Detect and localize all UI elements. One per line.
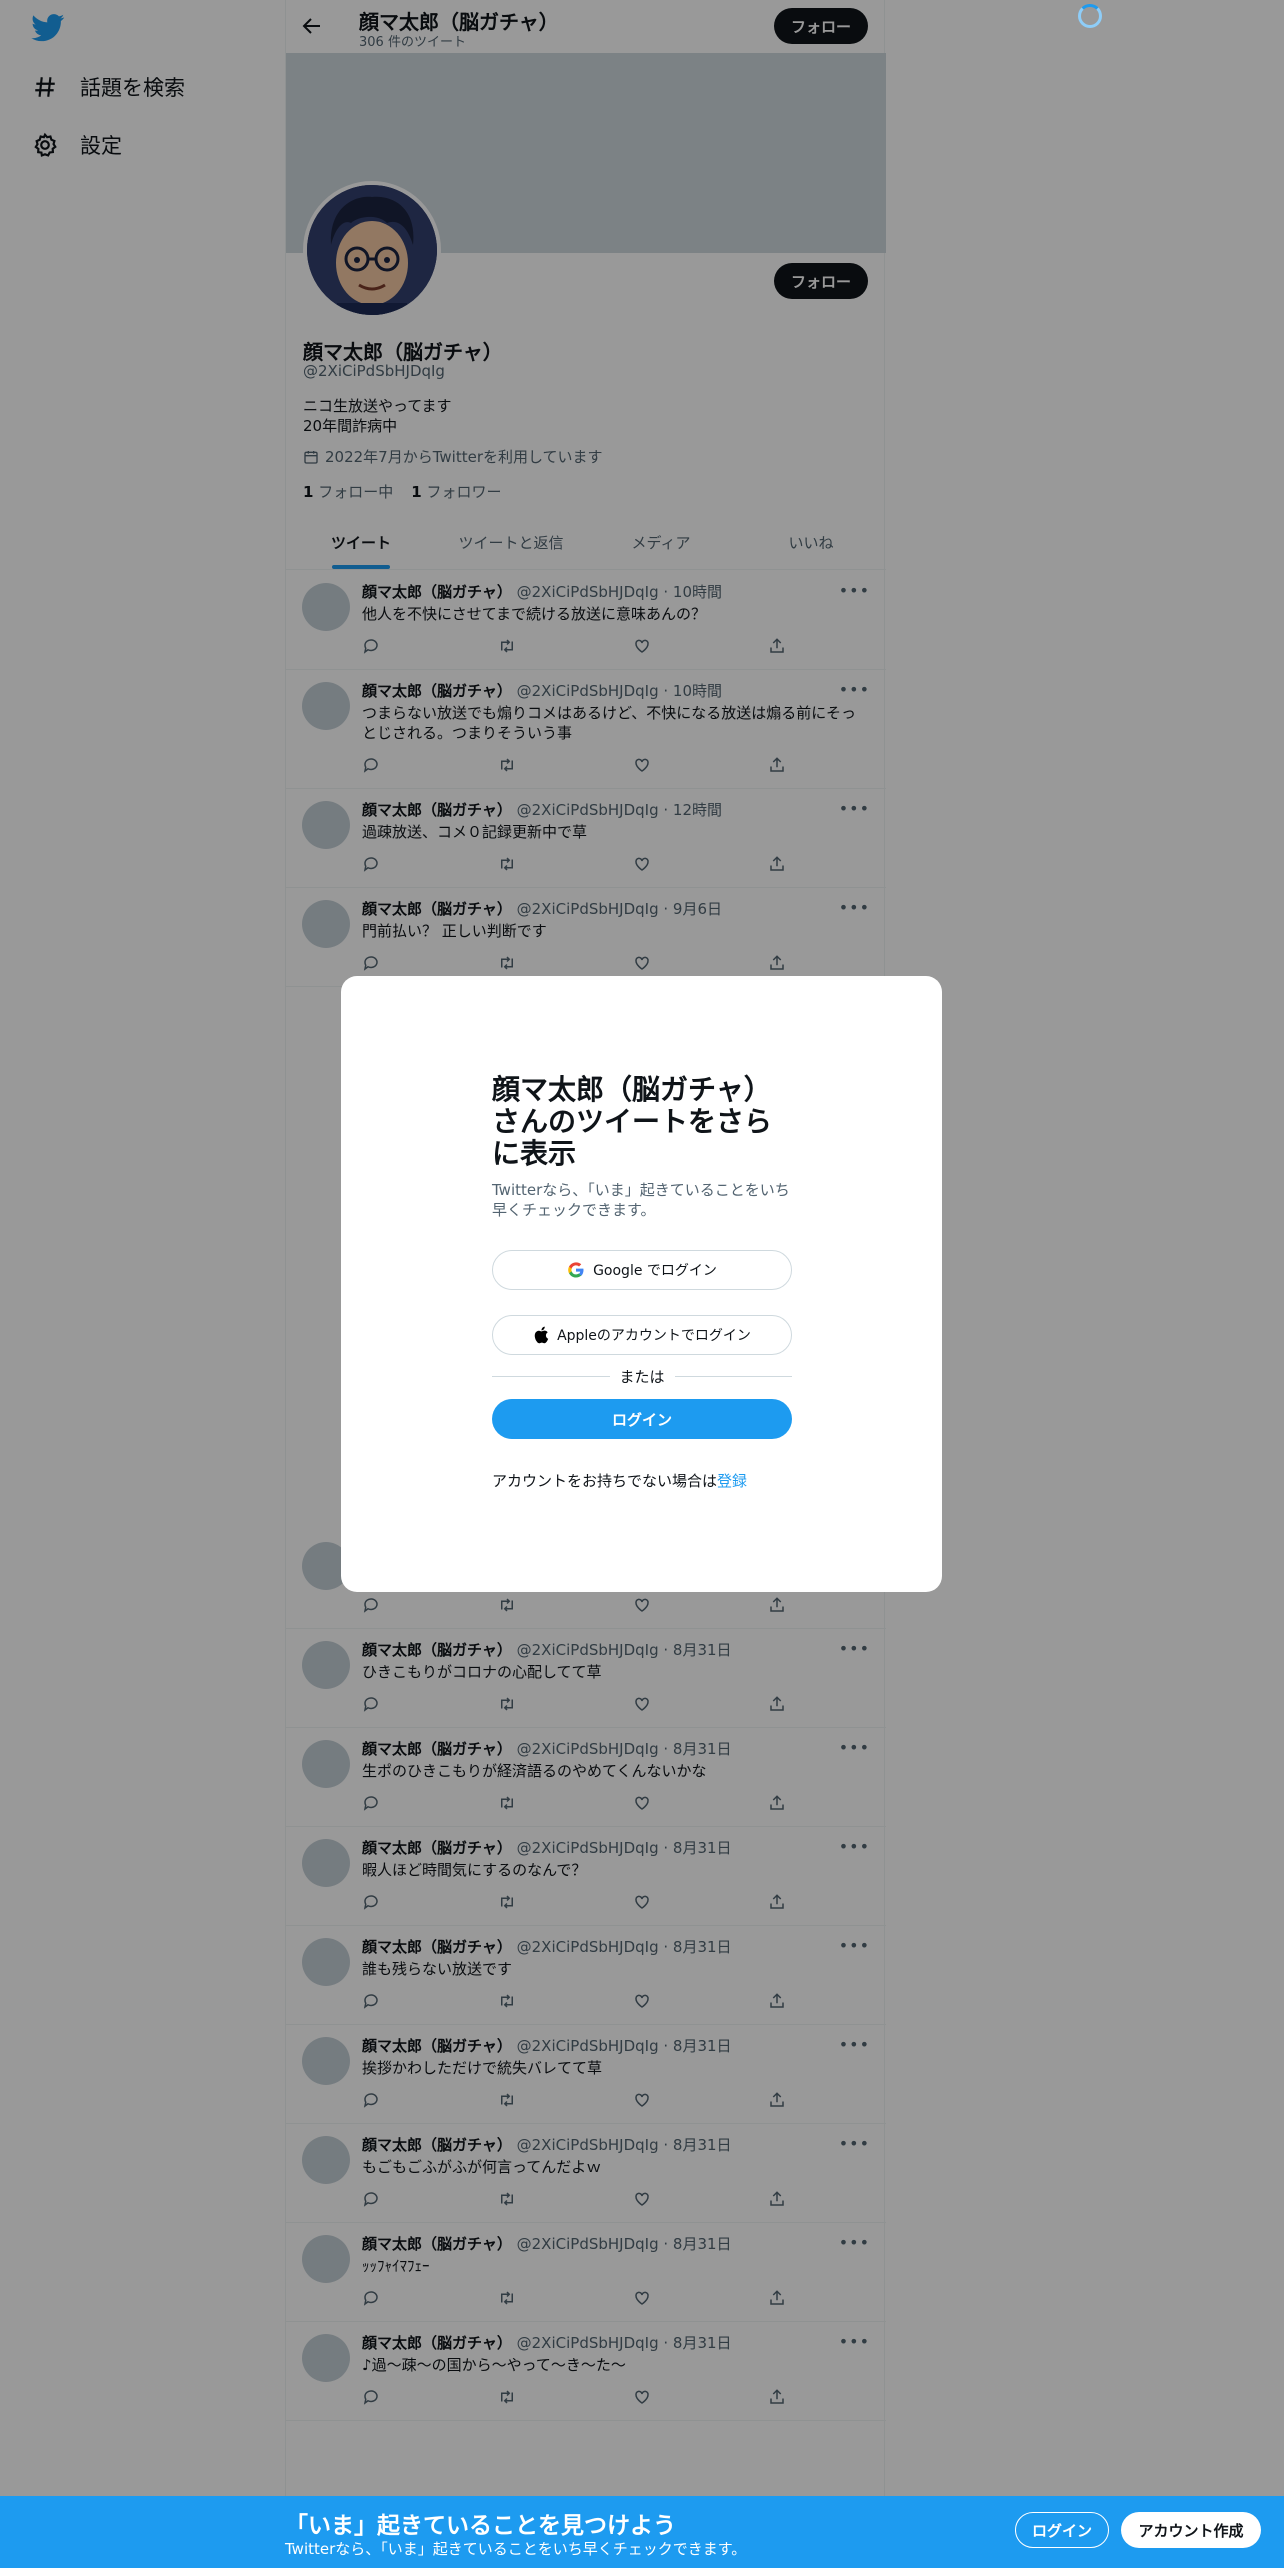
login-button[interactable]: ログイン (492, 1399, 792, 1439)
modal-title: 顔マ太郎（脳ガチャ）さんのツイートをさらに表示 (492, 1073, 773, 1170)
apple-login-button[interactable]: Appleのアカウントでログイン (492, 1315, 792, 1355)
signup-prompt-text: アカウントをお持ちでない場合は (492, 1472, 718, 1490)
google-g-icon (568, 1262, 584, 1278)
bottom-login-button[interactable]: ログイン (1015, 2512, 1109, 2548)
loading-spinner-icon (1078, 4, 1102, 28)
bottom-signup-bar: 「いま」起きていることを見つけよう Twitterなら、「いま」起きていることを… (0, 2496, 1284, 2568)
modal-subtitle: Twitterなら、「いま」起きていることをいち早くチェックできます。 (492, 1181, 790, 1219)
bottom-bar-subtitle: Twitterなら、「いま」起きていることをいち早くチェックできます。 (285, 2540, 747, 2558)
divider-line (674, 1375, 793, 1377)
google-login-button[interactable]: Google でログイン (492, 1250, 792, 1290)
google-login-label: Google でログイン (593, 1263, 717, 1279)
divider-line (492, 1375, 610, 1377)
signup-prompt: アカウントをお持ちでない場合は登録 (492, 1470, 747, 1491)
apple-logo-icon (534, 1326, 549, 1344)
bottom-bar-title: 「いま」起きていることを見つけよう (285, 2513, 676, 2539)
login-prompt-modal: 顔マ太郎（脳ガチャ）さんのツイートをさらに表示 Twitterなら、「いま」起き… (341, 976, 942, 1592)
apple-login-label: Appleのアカウントでログイン (557, 1328, 751, 1344)
bottom-signup-button[interactable]: アカウント作成 (1121, 2512, 1261, 2548)
signup-link[interactable]: 登録 (717, 1472, 747, 1490)
or-divider: または (492, 1366, 793, 1386)
or-label: または (619, 1367, 665, 1386)
